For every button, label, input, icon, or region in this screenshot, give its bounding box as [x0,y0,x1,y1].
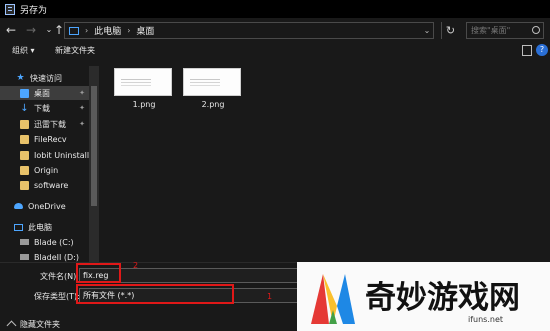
sidebar-item-software[interactable]: software [0,178,89,192]
help-icon[interactable]: ? [536,44,548,56]
drive-icon [20,254,29,260]
sidebar-item-filerecv[interactable]: FileRecv [0,132,89,146]
forward-arrow-icon[interactable]: → [24,22,38,38]
cloud-icon [14,203,23,209]
annotation-number-1: 1 [267,292,273,301]
refresh-icon[interactable]: ↻ [441,22,459,39]
sidebar-item-xunlei[interactable]: 迅雷下载 ✦ [0,117,89,131]
annotation-box-2 [76,263,121,283]
sidebar-item-label: Blade (C:) [34,237,74,247]
address-bar[interactable]: › 此电脑 › 桌面 [64,22,434,39]
filename-label: 文件名(N): [40,272,79,281]
folder-icon [20,150,29,160]
sidebar-item-label: OneDrive [28,201,66,211]
drive-icon [20,239,29,245]
back-arrow-icon[interactable]: ← [4,22,18,38]
download-icon: ↓ [20,102,29,114]
pc-icon [14,223,23,231]
breadcrumb-separator-icon[interactable]: › [85,26,88,35]
sidebar-item-origin[interactable]: Origin [0,163,89,177]
navigation-pane: ★ 快速访问 桌面 ✦ ↓ 下载 ✦ 迅雷下载 ✦ FileRecv Iobit… [0,66,99,262]
address-dropdown-icon[interactable]: ⌄ [422,22,432,39]
this-pc-icon [69,26,79,35]
site-watermark: 奇妙游戏网 ifuns.net [297,262,550,331]
sidebar-item-label: 下载 [34,103,50,113]
organize-button[interactable]: 组织 ▾ [12,45,35,56]
star-icon: ★ [16,72,25,83]
breadcrumb-separator-icon[interactable]: › [127,26,130,35]
sidebar-item-iobit[interactable]: Iobit Uninstalle [0,148,89,162]
sidebar-item-label: Iobit Uninstalle [34,150,89,160]
filetype-label: 保存类型(T): [34,292,80,301]
folder-icon [20,165,29,175]
sidebar-item-label: BladeII (D:) [34,252,79,262]
annotation-box-1 [76,284,234,304]
sidebar-item-label: 快速访问 [30,73,62,83]
scrollbar-thumb[interactable] [91,86,97,206]
sidebar-item-label: Origin [34,165,59,175]
save-dialog-icon [5,3,15,15]
sidebar-item-desktop[interactable]: 桌面 ✦ [0,86,89,100]
sidebar-item-label: 此电脑 [28,222,52,232]
site-url: ifuns.net [468,315,504,324]
sidebar-item-downloads[interactable]: ↓ 下载 ✦ [0,101,89,115]
pin-icon: ✦ [79,104,85,112]
breadcrumb-this-pc[interactable]: 此电脑 [94,24,121,37]
sidebar-item-this-pc[interactable]: 此电脑 [0,220,89,234]
sidebar-item-quick-access[interactable]: ★ 快速访问 [0,71,89,85]
chevron-up-icon [6,320,17,331]
sidebar-item-onedrive[interactable]: OneDrive [0,199,89,213]
sidebar-scrollbar[interactable] [89,66,99,262]
sidebar-item-label: software [34,180,69,190]
hide-folders-button[interactable]: 隐藏文件夹 [6,319,60,331]
view-options-icon[interactable] [522,45,532,56]
pin-icon: ✦ [79,120,85,128]
breadcrumb-desktop[interactable]: 桌面 [136,24,154,37]
desktop-folder-icon [20,88,29,98]
folder-icon [20,134,29,144]
annotation-number-2: 2 [133,261,139,270]
sidebar-item-label: 桌面 [34,88,50,98]
search-box[interactable] [466,22,544,39]
site-logo-icon [311,274,355,324]
hide-folders-label: 隐藏文件夹 [20,320,60,329]
folder-icon [20,180,29,190]
toolbar: 组织 ▾ 新建文件夹 ? [0,42,550,60]
file-item[interactable]: 1.png [114,68,174,114]
image-thumbnail [183,68,241,96]
sidebar-item-drive-c[interactable]: Blade (C:) [0,235,89,249]
site-brand: 奇妙游戏网 [365,280,520,316]
search-input[interactable] [467,23,529,38]
search-icon [532,26,540,34]
file-name: 2.png [201,100,225,109]
sidebar-item-label: 迅雷下载 [34,119,66,129]
sidebar-item-label: FileRecv [34,134,67,144]
file-name: 1.png [132,100,156,109]
window-title: 另存为 [20,5,48,16]
address-row: ← → ⌄ ↑ › 此电脑 › 桌面 ⌄ ↻ [0,18,550,42]
file-list: 1.png 2.png [99,60,550,262]
title-bar: 另存为 [0,0,550,18]
pin-icon: ✦ [79,89,85,97]
folder-icon [20,119,29,129]
file-item[interactable]: 2.png [183,68,243,114]
image-thumbnail [114,68,172,96]
new-folder-button[interactable]: 新建文件夹 [55,45,95,56]
